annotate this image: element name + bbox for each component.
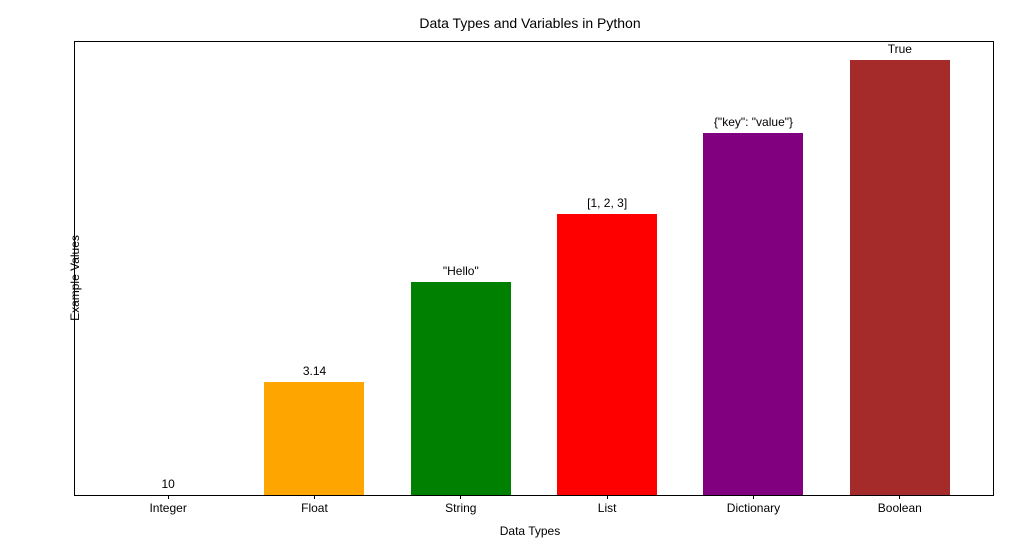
bar-group: "Hello" String <box>388 42 534 495</box>
bar-float <box>264 382 364 495</box>
chart-title: Data Types and Variables in Python <box>60 15 1000 31</box>
xtick-label: Boolean <box>878 501 922 515</box>
bar-boolean <box>850 60 950 495</box>
bar-data-label: {"key": "value"} <box>714 115 793 129</box>
bar-data-label: [1, 2, 3] <box>587 196 627 210</box>
bars-area: 10 Integer 3.14 Float "Hello" String [1,… <box>75 42 993 495</box>
bar-data-label: True <box>888 42 912 56</box>
xtick-mark <box>168 495 169 499</box>
xtick-mark <box>314 495 315 499</box>
xtick-label: String <box>445 501 476 515</box>
bar-data-label: "Hello" <box>443 264 479 278</box>
bar-string <box>411 282 511 495</box>
bar-list <box>557 214 657 495</box>
plot-area: 10 Integer 3.14 Float "Hello" String [1,… <box>74 41 994 496</box>
xtick-mark <box>899 495 900 499</box>
bar-group: 3.14 Float <box>241 42 387 495</box>
bar-data-label: 3.14 <box>303 364 326 378</box>
chart-container: Data Types and Variables in Python Examp… <box>60 15 1000 540</box>
xtick-label: Integer <box>149 501 186 515</box>
xtick-label: Float <box>301 501 328 515</box>
bar-group: [1, 2, 3] List <box>534 42 680 495</box>
xtick-mark <box>753 495 754 499</box>
bar-data-label: 10 <box>161 477 174 491</box>
xtick-label: List <box>598 501 617 515</box>
xtick-label: Dictionary <box>727 501 780 515</box>
bar-group: {"key": "value"} Dictionary <box>680 42 826 495</box>
bar-group: True Boolean <box>827 42 973 495</box>
xtick-mark <box>607 495 608 499</box>
x-axis-label: Data Types <box>60 524 1000 538</box>
bar-group: 10 Integer <box>95 42 241 495</box>
xtick-mark <box>460 495 461 499</box>
bar-dictionary <box>703 133 803 495</box>
